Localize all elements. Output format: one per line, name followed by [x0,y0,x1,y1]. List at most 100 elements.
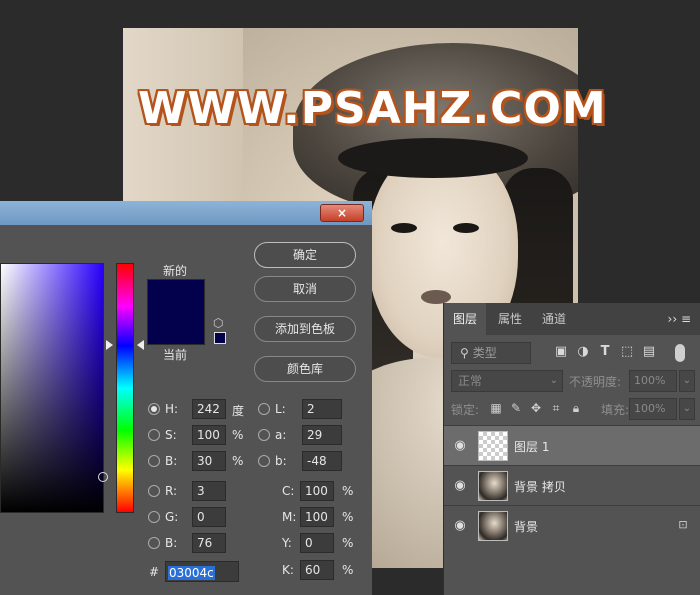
input-s[interactable]: 100 [192,425,226,445]
label-rgb-b: B: [165,536,178,550]
field-a: a: 29 [258,425,348,445]
opacity-input[interactable]: 100% [629,370,677,392]
radio-r[interactable] [148,485,160,497]
color-picker-dialog: × 新的 当前 ⬡ 确定 取消 添加到色板 颜色库 H: 242 度 S: 10… [0,201,372,595]
unit-b: % [232,454,244,468]
radio-a[interactable] [258,429,270,441]
blend-mode-value: 正常 [458,374,483,388]
lock-all-icon[interactable]: 🔒︎ [569,401,583,415]
label-lab-b: b: [275,454,287,468]
websafe-swatch[interactable] [214,332,226,344]
filter-kind-select[interactable]: ⚲ 类型 [451,342,531,364]
opacity-chevron-down-icon[interactable]: ⌄ [679,370,695,392]
eye-icon[interactable]: ◉ [452,438,468,454]
fill-input[interactable]: 100% [629,398,677,420]
radio-rgb-b[interactable] [148,537,160,549]
blend-mode-select[interactable]: 正常 ⌄ [451,370,563,392]
field-h: H: 242 度 [148,399,248,419]
add-to-swatches-button[interactable]: 添加到色板 [254,316,356,342]
layer-name: 背景 [514,520,539,534]
chevron-down-icon: ⌄ [549,375,558,386]
label-k: K: [282,563,294,577]
eye-icon[interactable]: ◉ [452,478,468,494]
color-field-marker[interactable] [98,472,108,482]
radio-b[interactable] [148,455,160,467]
unit-y: % [342,536,354,550]
lock-position-move-icon[interactable]: ✥ [529,401,543,415]
watermark-text: WWW.PSAHZ.COM [138,83,607,134]
radio-s[interactable] [148,429,160,441]
input-c[interactable]: 100 [300,481,334,501]
fill-label: 填充: [601,403,630,417]
ok-button[interactable]: 确定 [254,242,356,268]
opacity-label: 不透明度: [569,375,622,389]
input-h[interactable]: 242 [192,399,226,419]
input-y[interactable]: 0 [300,533,334,553]
color-libraries-button[interactable]: 颜色库 [254,356,356,382]
out-of-gamut-cube-icon[interactable]: ⬡ [213,317,227,329]
panel-menu-icon[interactable]: ›› ≡ [668,303,691,335]
dialog-titlebar[interactable]: × [0,201,372,225]
search-icon: ⚲ [460,346,469,360]
field-y: Y: 0 % [282,533,362,553]
input-k[interactable]: 60 [300,560,334,580]
tab-channels[interactable]: 通道 [532,303,576,335]
label-r: R: [165,484,178,498]
hue-slider-arrow-left[interactable] [106,340,113,350]
hex-input[interactable]: 03004c [165,561,239,582]
field-g: G: 0 [148,507,238,527]
layer-name: 背景 拷贝 [514,480,566,494]
radio-lab-b[interactable] [258,455,270,467]
lock-icon: ⊡ [678,518,688,531]
blend-row: 正常 ⌄ 不透明度: 100% ⌄ [451,370,695,392]
cancel-button[interactable]: 取消 [254,276,356,302]
filter-toggle-switch[interactable] [675,344,685,362]
lock-image-brush-icon[interactable]: ✎ [509,401,523,415]
input-b[interactable]: 30 [192,451,226,471]
tab-layers[interactable]: 图层 [444,303,486,335]
close-button[interactable]: × [320,204,364,222]
layer-name: 图层 1 [514,440,550,454]
tab-properties[interactable]: 属性 [488,303,532,335]
layer-row[interactable]: ◉ 图层 1 [444,425,700,465]
layer-row[interactable]: ◉ 背景 拷贝 [444,465,700,505]
radio-h[interactable] [148,403,160,415]
eye-icon[interactable]: ◉ [452,518,468,534]
input-a[interactable]: 29 [302,425,342,445]
filter-smart-object-icon[interactable]: ▤ [641,344,657,360]
lock-transparent-icon[interactable]: ▦ [489,401,503,415]
field-m: M: 100 % [282,507,362,527]
label-a: a: [275,428,287,442]
filter-shape-icon[interactable]: ⬚ [619,344,635,360]
label-b: B: [165,454,178,468]
color-field[interactable] [0,263,108,513]
lock-artboard-icon[interactable]: ⌗ [549,401,563,415]
label-l: L: [275,402,286,416]
input-g[interactable]: 0 [192,507,226,527]
input-m[interactable]: 100 [300,507,334,527]
unit-k: % [342,563,354,577]
field-l: L: 2 [258,399,348,419]
unit-m: % [342,510,354,524]
field-c: C: 100 % [282,481,362,501]
label-c: C: [282,484,295,498]
hat-brim [338,138,528,178]
lips [421,290,451,304]
hue-slider-arrow-right[interactable] [137,340,144,350]
input-l[interactable]: 2 [302,399,342,419]
radio-l[interactable] [258,403,270,415]
filter-pixel-icon[interactable]: ▣ [553,344,569,360]
filter-adjustment-icon[interactable]: ◑ [575,344,591,360]
new-color-label: 新的 [163,264,188,278]
input-lab-b[interactable]: -48 [302,451,342,471]
hue-slider[interactable] [116,263,134,513]
input-r[interactable]: 3 [192,481,226,501]
fill-chevron-down-icon[interactable]: ⌄ [679,398,695,420]
filter-type-icon[interactable]: T [597,344,613,360]
input-rgb-b[interactable]: 76 [192,533,226,553]
unit-h: 度 [232,404,245,418]
layer-row[interactable]: ◉ 背景 ⊡ [444,505,700,545]
field-b: B: 30 % [148,451,248,471]
radio-g[interactable] [148,511,160,523]
hex-label: # [149,565,160,579]
